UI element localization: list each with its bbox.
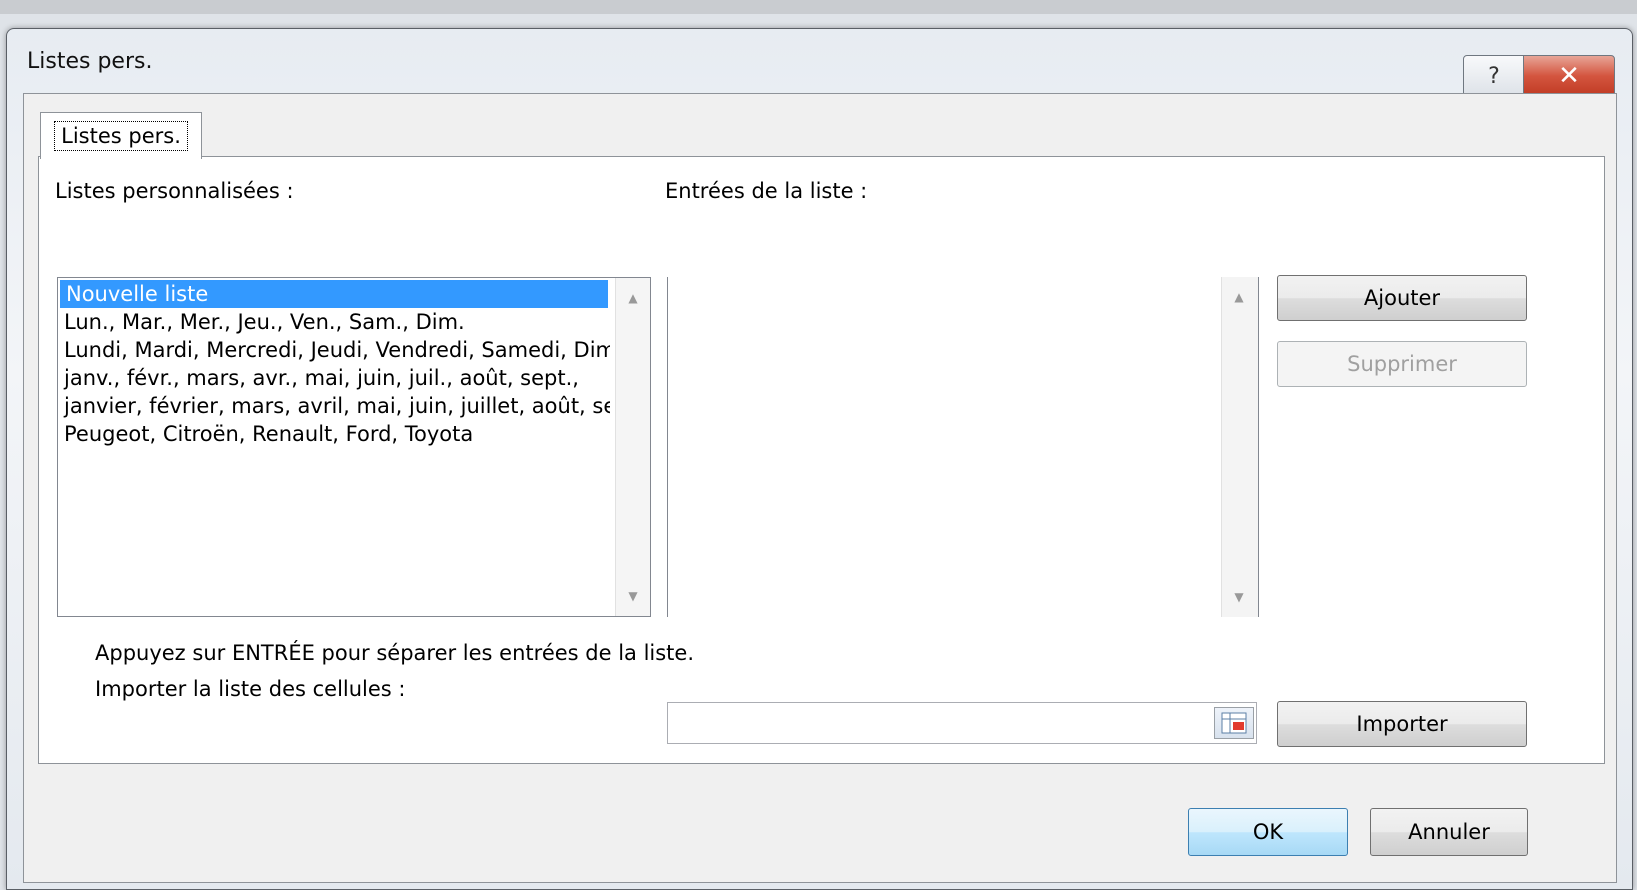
custom-lists-listbox[interactable]: Nouvelle liste Lun., Mar., Mer., Jeu., V… xyxy=(57,277,651,617)
dialog-client-area: Listes pers. Listes personnalisées : Ent… xyxy=(23,93,1617,883)
import-range-input[interactable] xyxy=(667,702,1257,744)
background-strip xyxy=(0,0,1637,14)
scroll-up-icon[interactable]: ▲ xyxy=(616,286,650,310)
range-select-icon[interactable] xyxy=(1214,707,1254,739)
custom-lists-items: Nouvelle liste Lun., Mar., Mer., Jeu., V… xyxy=(58,278,610,448)
ok-button[interactable]: OK xyxy=(1188,808,1348,856)
list-item[interactable]: Peugeot, Citroën, Renault, Ford, Toyota xyxy=(58,420,610,448)
list-entries-scrollbar[interactable]: ▲ ▼ xyxy=(1221,277,1258,617)
scroll-down-icon[interactable]: ▼ xyxy=(1222,585,1256,609)
list-entries-textarea[interactable]: ▲ ▼ xyxy=(667,277,1259,617)
separator-hint: Appuyez sur ENTRÉE pour séparer les entr… xyxy=(95,641,695,665)
scroll-up-icon[interactable]: ▲ xyxy=(1222,285,1256,309)
custom-lists-scrollbar[interactable]: ▲ ▼ xyxy=(615,278,650,616)
delete-button[interactable]: Supprimer xyxy=(1277,341,1527,387)
import-range-label: Importer la liste des cellules : xyxy=(95,677,406,701)
custom-lists-label: Listes personnalisées : xyxy=(55,179,294,203)
dialog-title: Listes pers. xyxy=(27,49,153,74)
list-entries-label: Entrées de la liste : xyxy=(665,179,868,203)
add-button[interactable]: Ajouter xyxy=(1277,275,1527,321)
close-icon: ✕ xyxy=(1558,61,1580,91)
close-button[interactable]: ✕ xyxy=(1523,55,1615,97)
custom-lists-dialog: Listes pers. ? ✕ Listes pers. Listes per… xyxy=(6,28,1633,890)
scroll-down-icon[interactable]: ▼ xyxy=(616,584,650,608)
tab-custom-lists[interactable]: Listes pers. xyxy=(40,112,202,159)
list-item[interactable]: Lundi, Mardi, Mercredi, Jeudi, Vendredi,… xyxy=(58,336,610,364)
tab-label: Listes pers. xyxy=(54,121,188,151)
help-button[interactable]: ? xyxy=(1463,55,1525,97)
list-item[interactable]: janv., févr., mars, avr., mai, juin, jui… xyxy=(58,364,610,392)
cancel-button[interactable]: Annuler xyxy=(1370,808,1528,856)
list-item[interactable]: Nouvelle liste xyxy=(60,280,608,308)
tab-panel: Listes personnalisées : Entrées de la li… xyxy=(38,156,1605,764)
list-item[interactable]: janvier, février, mars, avril, mai, juin… xyxy=(58,392,610,420)
help-icon: ? xyxy=(1488,63,1500,89)
import-button[interactable]: Importer xyxy=(1277,701,1527,747)
list-item[interactable]: Lun., Mar., Mer., Jeu., Ven., Sam., Dim. xyxy=(58,308,610,336)
